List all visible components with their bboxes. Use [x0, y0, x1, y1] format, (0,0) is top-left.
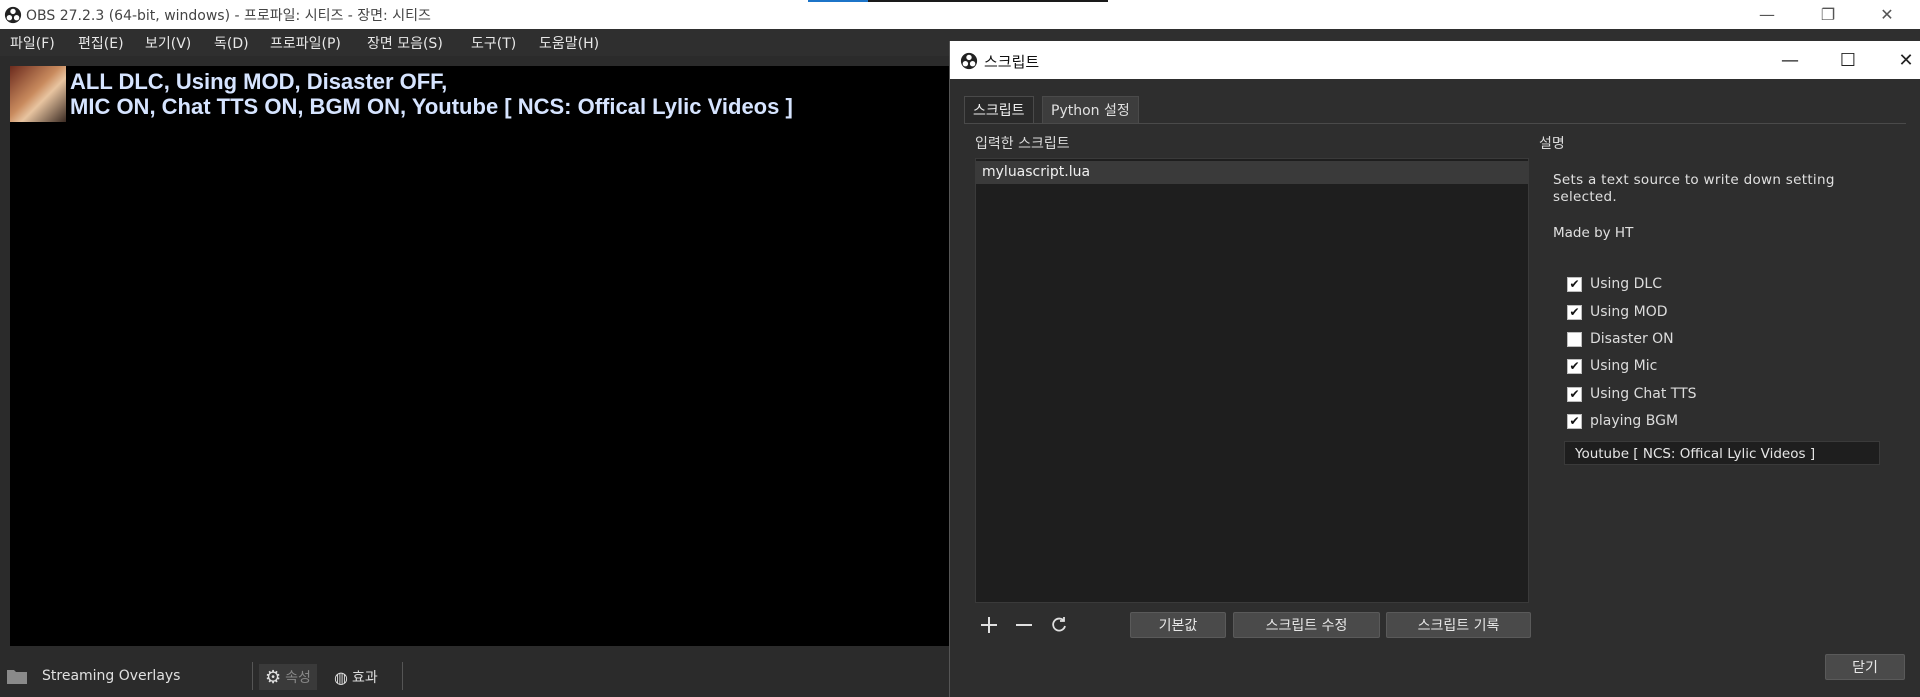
checkmark-icon: ✔	[1569, 414, 1580, 428]
checkbox[interactable]: ✔	[1567, 386, 1582, 402]
checkmark-icon: ✔	[1569, 277, 1580, 291]
menu-edit[interactable]: 편집(E)	[78, 33, 124, 53]
dialog-titlebar: 스크립트 — ☐ ✕	[950, 41, 1920, 79]
option-label: playing BGM	[1590, 413, 1679, 429]
script-log-button[interactable]: 스크립트 기록	[1386, 612, 1531, 638]
option-using-mod[interactable]: ✔ Using MOD	[1567, 302, 1668, 322]
folder-icon	[7, 670, 27, 684]
preview-canvas[interactable]: ALL DLC, Using MOD, Disaster OFF, MIC ON…	[10, 66, 1062, 646]
edit-script-button[interactable]: 스크립트 수정	[1233, 612, 1380, 638]
script-list[interactable]: myluascript.lua	[975, 158, 1529, 603]
checkmark-icon: ✔	[1569, 359, 1580, 373]
checkbox[interactable]	[1567, 331, 1582, 347]
option-label: Using Chat TTS	[1590, 386, 1697, 402]
tab-scripts[interactable]: 스크립트	[964, 96, 1034, 124]
menu-dock[interactable]: 독(D)	[214, 33, 249, 53]
option-label: Using MOD	[1590, 304, 1668, 320]
list-item[interactable]: myluascript.lua	[976, 161, 1528, 184]
menu-scene-collection[interactable]: 장면 모음(S)	[367, 33, 443, 53]
maximize-icon[interactable]: ☐	[1825, 41, 1871, 79]
checkbox[interactable]: ✔	[1567, 413, 1582, 429]
checkbox[interactable]: ✔	[1567, 276, 1582, 292]
menu-profile[interactable]: 프로파일(P)	[270, 33, 341, 53]
close-icon[interactable]: ✕	[1864, 0, 1910, 29]
option-disaster-on[interactable]: Disaster ON	[1567, 329, 1674, 349]
overlay-text-line1: ALL DLC, Using MOD, Disaster OFF,	[70, 69, 448, 94]
scene-name: Streaming Overlays	[42, 668, 181, 684]
menu-view[interactable]: 보기(V)	[145, 33, 191, 53]
properties-button[interactable]: ⚙ 속성	[259, 664, 317, 690]
checkmark-icon: ✔	[1569, 387, 1580, 401]
dialog-title: 스크립트	[984, 53, 1040, 71]
avatar	[10, 66, 66, 122]
filters-button[interactable]: ◍ 효과	[328, 664, 384, 690]
menu-file[interactable]: 파일(F)	[10, 33, 55, 53]
tab-python-settings[interactable]: Python 설정	[1042, 96, 1139, 124]
close-button[interactable]: 닫기	[1825, 654, 1905, 680]
restore-icon[interactable]: ❐	[1805, 0, 1851, 29]
description-label: 설명	[1539, 136, 1565, 152]
window-title: OBS 27.2.3 (64-bit, windows) - 프로파일: 시티즈…	[26, 8, 431, 24]
scripts-dialog: 스크립트 — ☐ ✕ 스크립트 Python 설정 입력한 스크립트 설명 my…	[949, 41, 1920, 697]
remove-icon[interactable]	[1011, 612, 1037, 638]
tab-divider	[964, 123, 1906, 124]
title-accent	[808, 0, 1108, 2]
main-titlebar: OBS 27.2.3 (64-bit, windows) - 프로파일: 시티즈…	[0, 0, 1920, 29]
author-text: Made by HT	[1553, 225, 1634, 241]
minimize-icon[interactable]: —	[1744, 0, 1790, 29]
checkbox[interactable]: ✔	[1567, 304, 1582, 320]
reload-icon[interactable]	[1046, 612, 1072, 638]
overlay-text-line2: MIC ON, Chat TTS ON, BGM ON, Youtube [ N…	[70, 94, 793, 119]
divider	[252, 662, 253, 690]
checkbox[interactable]: ✔	[1567, 358, 1582, 374]
menu-help[interactable]: 도움말(H)	[539, 33, 599, 53]
filters-label: 효과	[351, 670, 378, 686]
option-label: Using DLC	[1590, 276, 1662, 292]
option-using-dlc[interactable]: ✔ Using DLC	[1567, 274, 1662, 294]
obs-logo-icon	[960, 52, 978, 70]
properties-label: 속성	[285, 670, 311, 686]
checkmark-icon: ✔	[1569, 305, 1580, 319]
description-text: Sets a text source to write down setting…	[1553, 172, 1835, 205]
obs-logo-icon	[4, 6, 22, 24]
close-icon[interactable]: ✕	[1883, 41, 1920, 79]
menu-tools[interactable]: 도구(T)	[471, 33, 516, 53]
option-playing-bgm[interactable]: ✔ playing BGM	[1567, 411, 1678, 431]
divider	[402, 662, 403, 690]
loaded-scripts-label: 입력한 스크립트	[975, 136, 1070, 152]
defaults-button[interactable]: 기본값	[1130, 612, 1226, 638]
add-icon[interactable]	[976, 612, 1002, 638]
option-using-mic[interactable]: ✔ Using Mic	[1567, 356, 1657, 376]
gear-icon: ⚙	[265, 666, 282, 688]
option-using-chat-tts[interactable]: ✔ Using Chat TTS	[1567, 384, 1697, 404]
text-source-field[interactable]: Youtube [ NCS: Offical Lylic Videos ]	[1564, 441, 1880, 465]
minimize-icon[interactable]: —	[1767, 41, 1813, 79]
option-label: Using Mic	[1590, 358, 1658, 374]
option-label: Disaster ON	[1590, 331, 1674, 347]
filter-icon: ◍	[334, 667, 348, 687]
